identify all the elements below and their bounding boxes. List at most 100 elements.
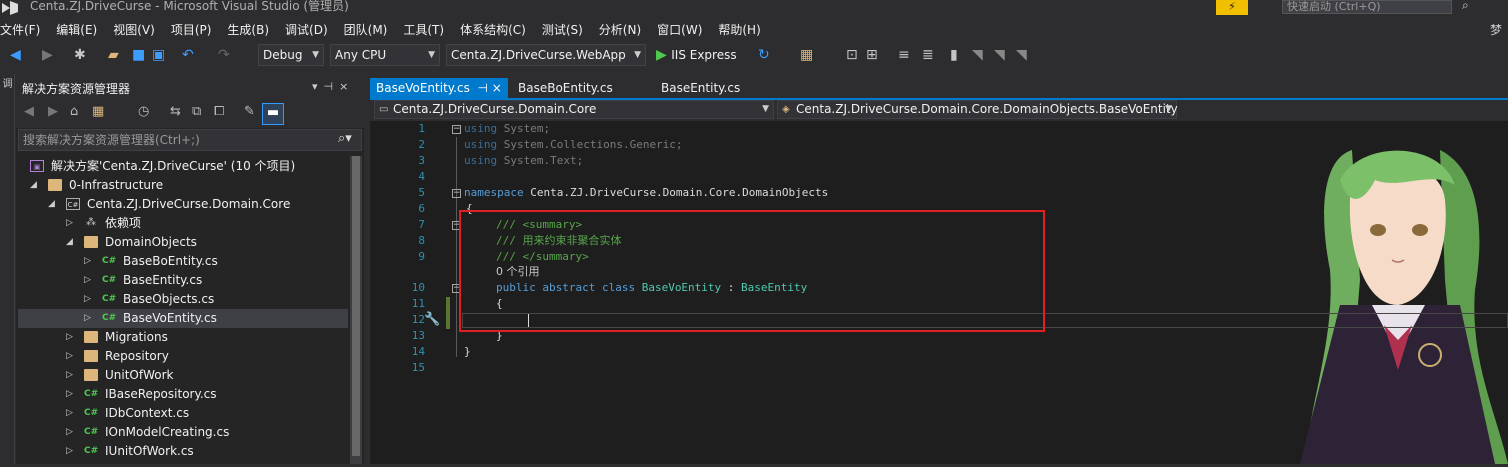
solution-search-input[interactable]: 搜索解决方案资源管理器(Ctrl+;) xyxy=(18,129,362,151)
collapsed-arrow-icon[interactable]: ▷ xyxy=(66,423,73,442)
collapsed-arrow-icon[interactable]: ▷ xyxy=(66,214,73,233)
tree-item-migrations[interactable]: ▷ Migrations xyxy=(18,328,348,347)
undo-icon[interactable]: ↶ xyxy=(182,46,194,64)
save-icon[interactable]: ■ xyxy=(132,46,145,64)
menu-architecture[interactable]: 体系结构(C) xyxy=(452,20,534,40)
collapsed-arrow-icon[interactable]: ▷ xyxy=(66,442,73,461)
switch-views-icon[interactable]: ▦ xyxy=(92,104,104,119)
tree-item-baseobjects[interactable]: ▷ C# BaseObjects.cs xyxy=(18,290,348,309)
collapsed-arrow-icon[interactable]: ▷ xyxy=(84,290,91,309)
tab-baseentity[interactable]: BaseEntity.cs xyxy=(655,78,746,98)
search-icon[interactable]: ⌕ xyxy=(1462,0,1469,13)
next-bookmark-icon[interactable]: ◥ xyxy=(994,46,1005,64)
user-account[interactable]: 梦 xyxy=(1490,20,1502,40)
code-line[interactable]: using System.Collections.Generic; xyxy=(464,137,683,153)
expanded-arrow-icon[interactable]: ◢ xyxy=(66,233,73,252)
menu-file[interactable]: 文件(F) xyxy=(0,20,48,40)
collapsed-arrow-icon[interactable]: ▷ xyxy=(66,366,73,385)
collapsed-arrow-icon[interactable]: ▷ xyxy=(66,404,73,423)
collapsed-arrow-icon[interactable]: ▷ xyxy=(66,328,73,347)
find-icon[interactable]: ⊡ xyxy=(846,46,858,64)
code-line[interactable]: namespace Centa.ZJ.DriveCurse.Domain.Cor… xyxy=(464,185,828,201)
menu-edit[interactable]: 编辑(E) xyxy=(48,20,105,40)
collapsed-arrow-icon[interactable]: ▷ xyxy=(84,252,91,271)
collapsed-arrow-icon[interactable]: ▷ xyxy=(66,385,73,404)
preview-selected-items-icon[interactable]: ▬ xyxy=(262,103,284,125)
solution-configuration-select[interactable]: Debug ▼ xyxy=(258,44,324,66)
collapse-region-icon[interactable]: − xyxy=(452,125,461,134)
back-icon[interactable]: ◀ xyxy=(24,104,34,119)
show-all-files-icon[interactable]: ⧠ xyxy=(214,104,224,119)
bookmark-icon[interactable]: ▮ xyxy=(950,46,958,64)
expanded-arrow-icon[interactable]: ◢ xyxy=(30,176,37,195)
tree-item-infrastructure[interactable]: ◢ 0-Infrastructure xyxy=(18,176,348,195)
menu-debug[interactable]: 调试(D) xyxy=(277,20,336,40)
tree-item-dependencies[interactable]: ▷ ⁂ 依赖项 xyxy=(18,214,348,233)
menu-help[interactable]: 帮助(H) xyxy=(710,20,768,40)
prev-bookmark-icon[interactable]: ◥ xyxy=(972,46,983,64)
tree-item-baseentity[interactable]: ▷ C# BaseEntity.cs xyxy=(18,271,348,290)
toolbox-tab[interactable]: 调 xyxy=(0,78,13,88)
collapse-all-icon[interactable]: ⧉ xyxy=(192,104,201,119)
tree-item-ionmodelcreating[interactable]: ▷ C# IOnModelCreating.cs xyxy=(18,423,348,442)
menu-project[interactable]: 项目(P) xyxy=(163,20,220,40)
expanded-arrow-icon[interactable]: ◢ xyxy=(48,195,55,214)
collapsed-arrow-icon[interactable]: ▷ xyxy=(84,309,91,328)
save-all-icon[interactable]: ▣ xyxy=(152,46,165,64)
indent-icon[interactable]: ≣ xyxy=(922,46,934,64)
tree-item-domain-core-project[interactable]: ◢ C# Centa.ZJ.DriveCurse.Domain.Core xyxy=(18,195,348,214)
browser-link-icon[interactable]: ▦ xyxy=(800,46,813,64)
clear-bookmarks-icon[interactable]: ◥ xyxy=(1016,46,1027,64)
solution-platform-select[interactable]: Any CPU ▼ xyxy=(330,44,440,66)
project-navigation-select[interactable]: ▭ Centa.ZJ.DriveCurse.Domain.Core ▼ xyxy=(374,100,774,119)
tree-item-iunitofwork[interactable]: ▷ C# IUnitOfWork.cs xyxy=(18,442,348,461)
menu-team[interactable]: 团队(M) xyxy=(336,20,396,40)
quick-launch-input[interactable]: 快速启动 (Ctrl+Q) xyxy=(1282,0,1452,14)
search-icon[interactable]: ⌕▾ xyxy=(338,131,352,146)
tab-pin-close-icon[interactable]: ⊣ × xyxy=(477,81,501,95)
forward-icon[interactable]: ▶ xyxy=(48,104,58,119)
code-line[interactable]: using System.Text; xyxy=(464,153,583,169)
code-line[interactable]: } xyxy=(464,344,471,360)
code-line[interactable]: using System; xyxy=(464,121,550,137)
pending-changes-icon[interactable]: ◷ xyxy=(138,104,149,119)
pin-icon[interactable]: ⊣ xyxy=(324,80,340,93)
collapsed-arrow-icon[interactable]: ▷ xyxy=(66,347,73,366)
menu-test[interactable]: 测试(S) xyxy=(534,20,591,40)
sync-icon[interactable]: ⇆ xyxy=(170,104,181,119)
collapse-region-icon[interactable]: − xyxy=(452,189,461,198)
tab-baseboentity[interactable]: BaseBoEntity.cs xyxy=(512,78,619,98)
scrollbar-thumb[interactable] xyxy=(352,156,360,456)
menu-tools[interactable]: 工具(T) xyxy=(395,20,452,40)
properties-icon[interactable]: ✎ xyxy=(244,104,255,119)
back-icon[interactable]: ◀ xyxy=(10,46,21,64)
tree-item-repository[interactable]: ▷ Repository xyxy=(18,347,348,366)
refresh-icon[interactable]: ↻ xyxy=(758,46,770,64)
outdent-icon[interactable]: ≡ xyxy=(898,46,910,64)
forward-icon[interactable]: ▶ xyxy=(42,46,53,64)
tree-item-unitofwork[interactable]: ▷ UnitOfWork xyxy=(18,366,348,385)
startup-project-select[interactable]: Centa.ZJ.DriveCurse.WebApp ▼ xyxy=(446,44,646,66)
redo-icon[interactable]: ↷ xyxy=(218,46,230,64)
navigate-icon[interactable]: ⊞ xyxy=(866,46,878,64)
menu-analyze[interactable]: 分析(N) xyxy=(591,20,649,40)
tree-item-ibaserepository[interactable]: ▷ C# IBaseRepository.cs xyxy=(18,385,348,404)
collapsed-arrow-icon[interactable]: ▷ xyxy=(84,271,91,290)
menu-build[interactable]: 生成(B) xyxy=(219,20,277,40)
dropdown-icon[interactable]: ▾ xyxy=(312,80,324,93)
new-project-icon[interactable]: ✱ xyxy=(74,46,86,64)
home-icon[interactable]: ⌂ xyxy=(70,104,78,119)
open-file-icon[interactable]: ▰ xyxy=(108,46,119,64)
tree-item-solution[interactable]: ▣ 解决方案'Centa.ZJ.DriveCurse' (10 个项目) xyxy=(18,157,348,176)
tree-item-basevoentity[interactable]: ▷ C# BaseVoEntity.cs xyxy=(18,309,348,328)
tab-basevoentity[interactable]: BaseVoEntity.cs ⊣ × xyxy=(370,78,508,98)
tree-item-baseboentity[interactable]: ▷ C# BaseBoEntity.cs xyxy=(18,252,348,271)
menu-window[interactable]: 窗口(W) xyxy=(649,20,710,40)
quick-actions-icon[interactable]: 🔧 xyxy=(424,312,440,327)
start-debugging-button[interactable]: ▶ IIS Express xyxy=(656,46,737,64)
menu-view[interactable]: 视图(V) xyxy=(105,20,163,40)
type-navigation-select[interactable]: ◈ Centa.ZJ.DriveCurse.Domain.Core.DomainO… xyxy=(777,100,1178,119)
tree-item-idbcontext[interactable]: ▷ C# IDbContext.cs xyxy=(18,404,348,423)
close-icon[interactable]: × xyxy=(339,80,354,93)
notification-icon[interactable]: ⚡ xyxy=(1216,0,1248,15)
